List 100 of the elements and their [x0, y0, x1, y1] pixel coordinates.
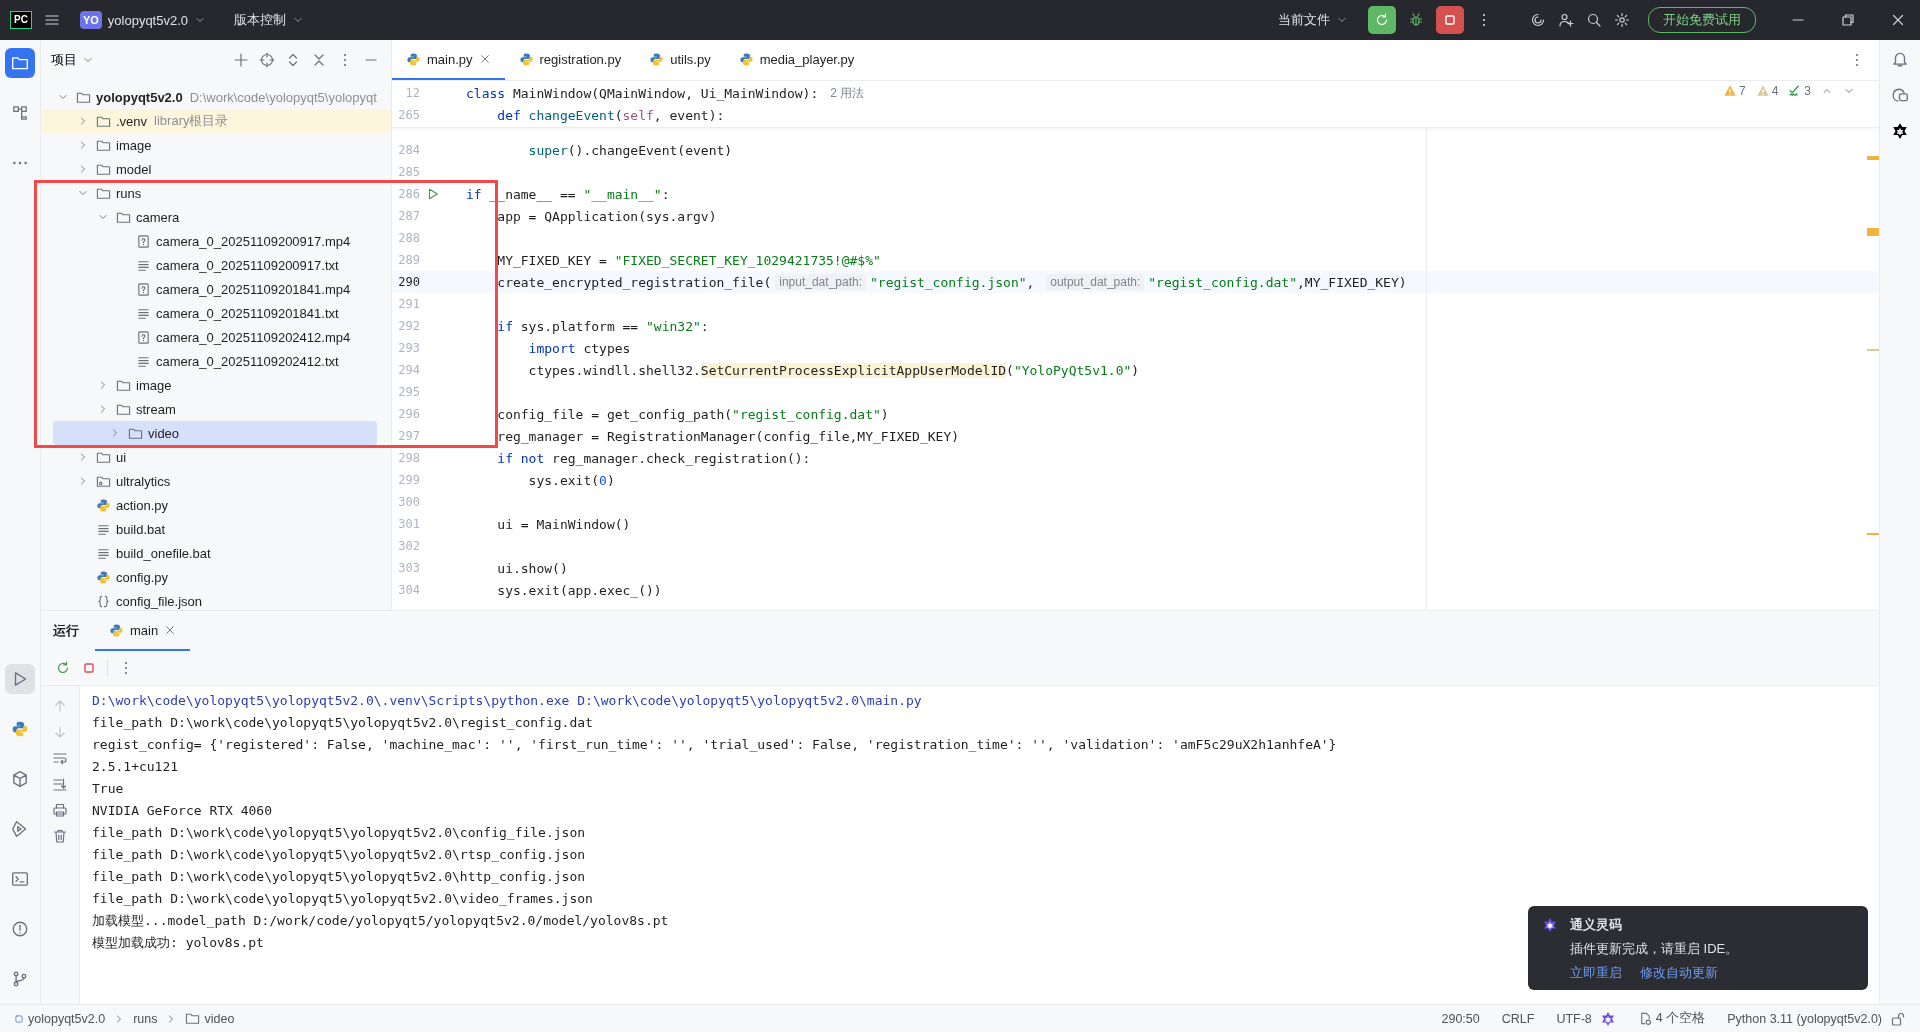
close-icon[interactable] — [1890, 12, 1906, 28]
line-number: 292 — [397, 319, 420, 333]
breadcrumb[interactable]: video — [185, 1011, 235, 1026]
editor-tab[interactable]: media_player.py — [724, 40, 869, 80]
indent-setting[interactable]: 4 个空格 — [1637, 1010, 1706, 1027]
project-view-dropdown[interactable]: 项目 — [51, 51, 94, 69]
panel-title: 运行 — [53, 622, 79, 640]
add-icon[interactable] — [233, 52, 249, 68]
wrap-icon[interactable] — [52, 750, 68, 766]
breadcrumb[interactable]: runs — [133, 1011, 158, 1026]
code-line: ui = MainWindow() — [496, 516, 631, 532]
folder-icon[interactable] — [5, 48, 35, 78]
rerun-icon[interactable] — [1368, 6, 1396, 34]
line-separator[interactable]: CRLF — [1501, 1011, 1535, 1026]
code-line: if not reg_manager.check_registration(): — [496, 450, 811, 466]
warning-icon — [1722, 84, 1737, 98]
console-line: D:\work\code\yolopyqt5\yolopyqt5v2.0\.venv\Scripts\python.exe D:\work\code\yolopyqt5\yolopyqt5v2.0\main.py — [92, 692, 923, 710]
tree-item[interactable]: camera_0_20251109202412.mp4 — [41, 325, 377, 349]
print-icon[interactable] — [52, 802, 68, 818]
tree-item[interactable]: camera_0_20251109202412.txt — [41, 349, 377, 373]
tree-item[interactable]: ui — [41, 445, 377, 469]
console-line: 模型加载成功: yolov8s.pt — [92, 934, 265, 952]
project-switcher[interactable]: YO yolopyqt5v2.0 — [71, 7, 215, 33]
play-icon[interactable] — [5, 664, 35, 694]
tree-item[interactable]: camera — [41, 205, 377, 229]
tree-item[interactable]: image — [41, 133, 377, 157]
locate-icon[interactable] — [259, 52, 275, 68]
trial-button[interactable]: 开始免费试用 — [1648, 7, 1756, 33]
warning-icon — [1755, 84, 1770, 98]
notification-link[interactable]: 修改自动更新 — [1640, 964, 1718, 982]
run-icon[interactable] — [426, 187, 440, 201]
tree-item[interactable]: stream — [41, 397, 377, 421]
tree-item[interactable]: image — [41, 373, 377, 397]
run-config-dropdown[interactable]: 当前文件 — [1270, 7, 1356, 33]
scroll-end-icon[interactable] — [52, 776, 68, 792]
console-line: file_path D:\work\code\yolopyqt5\yolopyqt5v2.0\config_file.json — [92, 824, 587, 842]
restore-icon[interactable] — [1840, 12, 1856, 28]
console-line: file_path D:\work\code\yolopyqt5\yolopyqt5v2.0\rtsp_config.json — [92, 846, 587, 864]
tree-item[interactable]: model — [41, 157, 377, 181]
path-hint: library根目录 — [154, 112, 229, 130]
tree-item[interactable]: action.py — [41, 493, 377, 517]
code-line: def changeEvent(self, event): — [496, 107, 725, 123]
line-number: 295 — [397, 385, 420, 399]
tree-item[interactable]: runs — [41, 181, 377, 205]
tree-item[interactable]: camera_0_20251109201841.txt — [41, 301, 377, 325]
editor-tab[interactable]: main.py — [392, 40, 505, 80]
tree-item[interactable]: video — [53, 421, 377, 445]
tree-item[interactable]: ultralytics — [41, 469, 377, 493]
line-number: 284 — [397, 143, 420, 157]
search-icon[interactable] — [1586, 12, 1602, 28]
inspection-count[interactable]: 3 — [1788, 84, 1811, 98]
caret-position[interactable]: 290:50 — [1441, 1011, 1480, 1026]
swirl-icon[interactable] — [1530, 12, 1546, 28]
code-line: class MainWindow(QMainWindow, Ui_MainWindow): 2 用法 — [466, 84, 865, 102]
code-line: create_encrypted_registration_file( input_dat_path: "regist_config.json", output_dat_path: "regist_config.dat",MY_FIXED_KEY) — [496, 274, 1407, 290]
code-line: super().changeEvent(event) — [527, 142, 733, 158]
trash-icon[interactable] — [52, 828, 68, 844]
line-number: 304 — [397, 583, 420, 597]
line-number: 290 — [397, 275, 420, 289]
tree-item[interactable]: .venv library根目录 — [41, 109, 391, 133]
tree-item[interactable]: config.py — [41, 565, 377, 589]
file-encoding[interactable]: UTF-8 — [1556, 1011, 1592, 1026]
settings-icon[interactable] — [1614, 12, 1630, 28]
tree-item[interactable]: camera_0_20251109201841.mp4 — [41, 277, 377, 301]
editor-tab[interactable]: registration.py — [504, 40, 636, 80]
add-user-icon[interactable] — [1558, 12, 1574, 28]
notification-link[interactable]: 立即重启 — [1570, 964, 1622, 982]
tree-item[interactable]: build.bat — [41, 517, 377, 541]
folder-icon — [185, 1011, 201, 1026]
tree-item[interactable]: camera_0_20251109200917.mp4 — [41, 229, 377, 253]
tree-item[interactable]: build_onefile.bat — [41, 541, 377, 565]
tree-item[interactable]: camera_0_20251109200917.txt — [41, 253, 377, 277]
code-line: import ctypes — [527, 340, 631, 356]
line-number: 286 — [397, 187, 420, 201]
path-hint: D:\work\code\yolopyqt5\yolopyqt — [189, 89, 377, 105]
star-logo-icon — [1542, 917, 1558, 933]
debug-icon[interactable] — [1408, 12, 1424, 28]
line-number: 298 — [397, 451, 420, 465]
star-logo-icon[interactable] — [1599, 1010, 1616, 1027]
menu-icon[interactable] — [43, 12, 60, 28]
stop-icon[interactable] — [1436, 6, 1464, 34]
console-line: file_path D:\work\code\yolopyqt5\yolopyqt5v2.0\video_frames.json — [92, 890, 594, 908]
interpreter[interactable]: Python 3.11 (yolopyqt5v2.0) — [1727, 1011, 1882, 1026]
notification-message: 插件更新完成，请重启 IDE。 — [1569, 940, 1740, 958]
app-logo[interactable]: PC — [10, 11, 32, 29]
code-line: sys.exit(0) — [527, 472, 615, 488]
tree-item[interactable]: config_file.json — [41, 589, 377, 613]
inspection-count[interactable]: 7 — [1722, 84, 1746, 98]
line-number: 299 — [397, 473, 420, 487]
line-number: 289 — [397, 253, 420, 267]
inspection-count[interactable]: 4 — [1755, 84, 1779, 98]
line-number: 294 — [397, 363, 420, 377]
editor-tab[interactable]: utils.py — [635, 40, 725, 80]
vcs-menu[interactable]: 版本控制 — [226, 7, 313, 33]
tree-item[interactable]: yolopyqt5v2.0 D:\work\code\yolopyqt5\yolopyqt — [41, 85, 377, 109]
breadcrumb[interactable]: yolopyqt5v2.0 — [14, 1011, 106, 1026]
code-line: MY_FIXED_KEY = "FIXED_SECRET_KEY_1029421735!@#$%" — [496, 252, 881, 268]
line-number: 297 — [397, 429, 420, 443]
lock-icon[interactable] — [1890, 1010, 1906, 1027]
code-line: ctypes.windll.shell32.SetCurrentProcessExplicitAppUserModelID("YoloPyQt5v1.0") — [527, 362, 1140, 378]
